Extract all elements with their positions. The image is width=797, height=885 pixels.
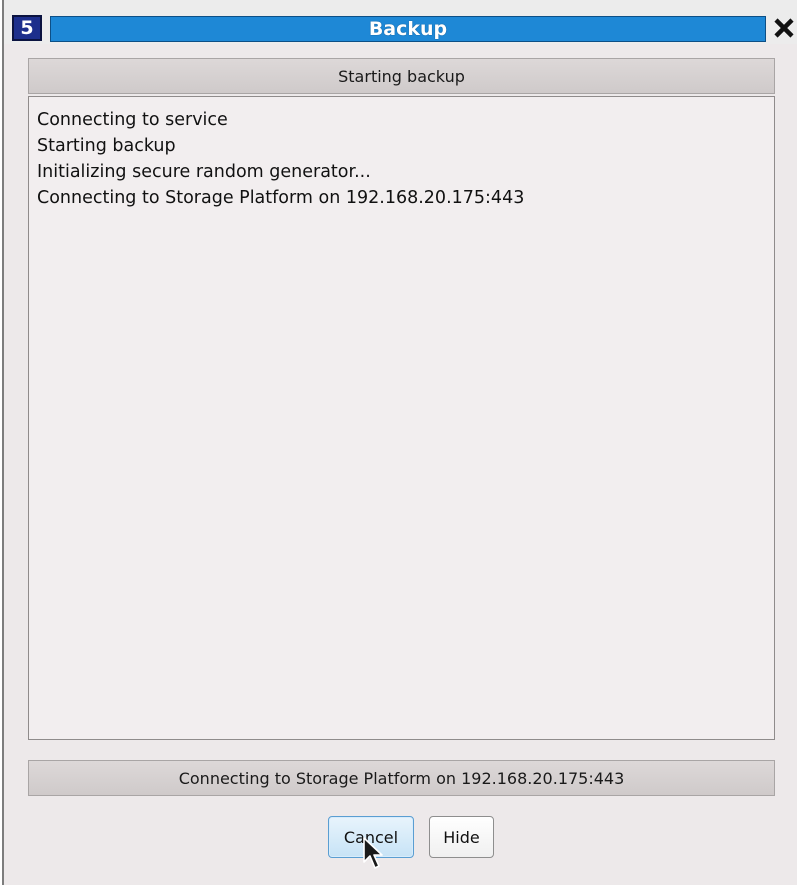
header-label: Starting backup bbox=[338, 66, 465, 86]
log-line: Connecting to Storage Platform on 192.16… bbox=[37, 188, 525, 208]
log-line: Connecting to service bbox=[37, 110, 228, 130]
log-area[interactable]: Connecting to service Starting backup In… bbox=[28, 96, 775, 740]
app-icon-glyph: 5 bbox=[20, 16, 34, 39]
app-icon[interactable]: 5 bbox=[12, 15, 42, 41]
status-band: Connecting to Storage Platform on 192.16… bbox=[28, 760, 775, 796]
log-line: Starting backup bbox=[37, 136, 176, 156]
log-line: Initializing secure random generator... bbox=[37, 162, 371, 182]
title-bar[interactable]: 5 Backup bbox=[4, 0, 797, 44]
cancel-button-label: Cancel bbox=[343, 827, 399, 847]
window-title: Backup bbox=[368, 18, 448, 40]
hide-button[interactable]: Hide bbox=[429, 816, 494, 858]
header-band: Starting backup bbox=[28, 58, 775, 94]
close-icon[interactable] bbox=[772, 16, 796, 40]
title-bar-fill[interactable]: Backup bbox=[50, 16, 766, 42]
hide-button-label: Hide bbox=[443, 827, 480, 847]
backup-dialog: 5 Backup Starting backup Connecting to s… bbox=[2, 0, 797, 885]
cancel-button[interactable]: Cancel bbox=[328, 816, 414, 858]
status-label: Connecting to Storage Platform on 192.16… bbox=[178, 768, 625, 788]
